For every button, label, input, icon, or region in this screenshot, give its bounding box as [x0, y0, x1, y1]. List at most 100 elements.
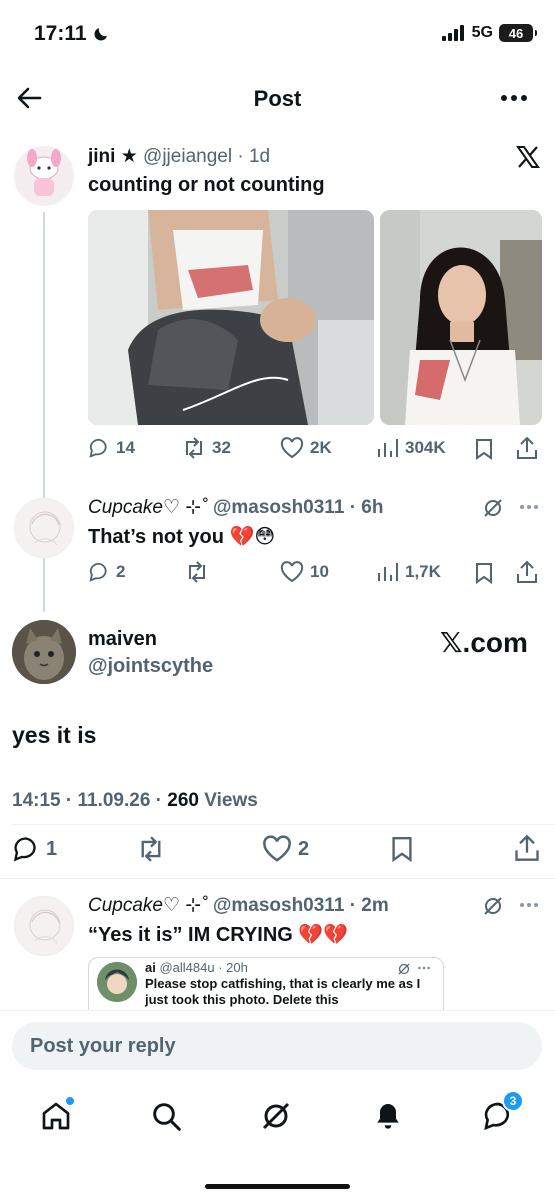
- search-icon: [153, 1103, 181, 1131]
- post1-handle[interactable]: @jjeiangel: [143, 146, 232, 167]
- tab-grok[interactable]: [260, 1100, 292, 1132]
- views-icon: [378, 439, 398, 457]
- unread-dot: [66, 1097, 74, 1105]
- post1-bookmark-button[interactable]: [474, 438, 494, 460]
- tab-messages[interactable]: 3: [482, 1090, 524, 1132]
- quoted-age: · 20h: [218, 960, 248, 975]
- grok-icon: [262, 1102, 290, 1130]
- signal-icon: [441, 25, 466, 41]
- quoted-more-icon: [417, 966, 431, 970]
- post1-author-name[interactable]: jini ★: [88, 146, 138, 167]
- main-like-button[interactable]: 2: [262, 835, 309, 863]
- main-reply-button[interactable]: 1: [12, 835, 57, 863]
- cat-avatar-image: [12, 620, 76, 684]
- quoted-meta: ai @all484u · 20h: [145, 960, 248, 975]
- main-bookmark-button[interactable]: [390, 835, 414, 863]
- x-com-watermark: 𝕏.com: [440, 627, 528, 658]
- heart-icon: [280, 561, 304, 583]
- main-repost-button[interactable]: [136, 836, 166, 862]
- bookmark-icon: [476, 439, 492, 460]
- photo-image: [380, 210, 542, 425]
- avatar-cupcake[interactable]: [14, 498, 74, 558]
- repost-icon: [186, 437, 202, 459]
- sketch-avatar-image: [29, 511, 61, 546]
- status-time: 17:11: [34, 22, 110, 46]
- avatar-maiven[interactable]: [12, 620, 76, 684]
- reply2-meta: Cupcake♡ ⊹˚ @masosh0311 · 2m: [88, 894, 389, 917]
- network-label: 5G: [471, 24, 493, 41]
- reply2-grok-icon[interactable]: [482, 895, 504, 917]
- tab-notifications[interactable]: [372, 1100, 404, 1132]
- main-post-text: yes it is: [12, 722, 97, 748]
- more-options-button[interactable]: [500, 94, 528, 102]
- reply2-author-name[interactable]: Cupcake♡ ⊹˚: [88, 895, 208, 916]
- share-icon: [515, 834, 539, 861]
- reply-input[interactable]: Post your reply: [12, 1022, 542, 1070]
- moon-icon: [92, 25, 110, 43]
- reply2-handle[interactable]: @masosh0311: [213, 895, 345, 916]
- quoted-text: Please stop catfishing, that is clearly …: [145, 976, 421, 1007]
- quoted-grok-icon: [397, 962, 411, 976]
- bookmark-icon: [476, 563, 492, 584]
- reply1-like-button[interactable]: 10: [280, 561, 329, 583]
- reply-icon: [89, 562, 107, 582]
- more-dots-icon: [520, 903, 538, 907]
- main-post-views-label: Views: [204, 790, 258, 811]
- main-post-views-count: 260: [167, 790, 199, 811]
- home-icon: [42, 1102, 70, 1130]
- more-dots-icon: [501, 95, 527, 101]
- post1-reply-button[interactable]: 14: [88, 437, 135, 459]
- bell-icon: [377, 1104, 399, 1129]
- reply1-handle[interactable]: @masosh0311: [213, 497, 345, 518]
- reply2-text: “Yes it is” IM CRYING 💔💔: [88, 924, 349, 946]
- reply1-bookmark-button[interactable]: [474, 562, 494, 584]
- avatar-cupcake[interactable]: [14, 896, 74, 956]
- post1-photo-2[interactable]: [380, 210, 542, 425]
- reply1-meta: Cupcake♡ ⊹˚ @masosh0311 · 6h: [88, 496, 383, 519]
- post1-like-button[interactable]: 2K: [280, 437, 332, 459]
- views-icon: [378, 563, 398, 581]
- reply1-grok-icon[interactable]: [482, 497, 504, 519]
- post1-age: · 1d: [237, 146, 271, 167]
- main-author-handle[interactable]: @jointscythe: [88, 655, 213, 678]
- tab-search[interactable]: [150, 1100, 182, 1132]
- main-author-name[interactable]: maiven: [88, 628, 157, 651]
- heart-icon: [263, 835, 291, 862]
- sketch-avatar-image: [29, 909, 61, 944]
- repost-icon: [189, 561, 205, 583]
- anime-avatar-image: [97, 962, 137, 1002]
- reply-icon: [89, 438, 107, 458]
- post1-views-button[interactable]: 304K: [377, 437, 446, 459]
- bookmark-icon: [392, 837, 412, 863]
- reply1-views-button[interactable]: 1,7K: [377, 561, 441, 583]
- reply2-more-button[interactable]: [519, 902, 539, 908]
- main-share-button[interactable]: [514, 834, 540, 862]
- quoted-handle: @all484u: [159, 960, 215, 975]
- post1-text: counting or not counting: [88, 174, 325, 196]
- avatar-ai: [97, 962, 137, 1002]
- messages-badge: 3: [502, 1090, 524, 1112]
- battery-icon: 46: [499, 24, 537, 42]
- post1-meta: jini ★ @jjeiangel · 1d: [88, 145, 270, 168]
- tab-bar: 3: [0, 1090, 555, 1150]
- main-post-timestamp: 14:15 · 11.09.26 · 260 Views: [12, 790, 258, 811]
- reply1-text: That’s not you 💔😳: [88, 526, 276, 548]
- post1-repost-button[interactable]: 32: [182, 437, 231, 459]
- avatar-jini[interactable]: [14, 146, 74, 206]
- reply1-more-button[interactable]: [519, 504, 539, 510]
- tab-home[interactable]: [40, 1097, 74, 1132]
- reply1-share-button[interactable]: [516, 560, 538, 584]
- share-icon: [517, 560, 537, 583]
- divider: [12, 824, 555, 825]
- reply2-age: · 2m: [349, 895, 389, 916]
- post1-share-button[interactable]: [516, 436, 538, 460]
- quoted-author-name: ai: [145, 960, 156, 975]
- photo-image: [88, 210, 374, 425]
- repost-icon: [141, 836, 161, 862]
- reply1-repost-button[interactable]: [185, 561, 209, 583]
- post1-photo-1[interactable]: [88, 210, 374, 425]
- reply1-reply-button[interactable]: 2: [88, 561, 125, 583]
- reply1-author-name[interactable]: Cupcake♡ ⊹˚: [88, 497, 208, 518]
- plush-avatar-image: [27, 149, 61, 196]
- more-dots-icon: [520, 505, 538, 509]
